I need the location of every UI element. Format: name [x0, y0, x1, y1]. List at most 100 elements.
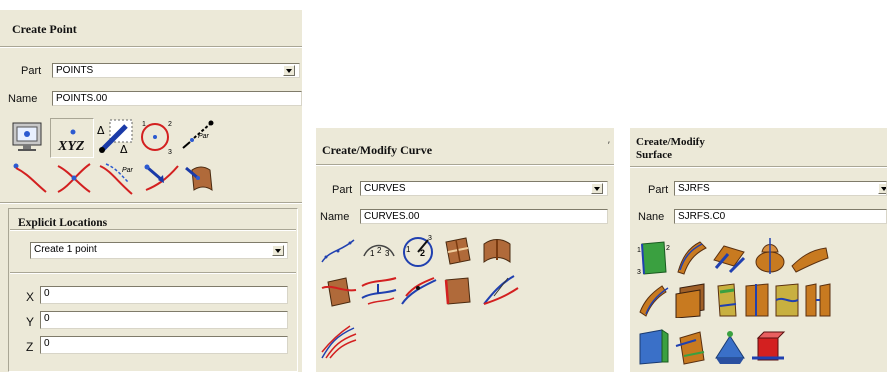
name-label: Name — [320, 211, 350, 223]
part-select[interactable]: SJRFS — [674, 181, 887, 196]
name-field[interactable]: CURVES.00 — [360, 209, 608, 224]
spline-from-points-icon[interactable] — [320, 234, 358, 268]
part-label: Part — [648, 184, 669, 196]
z-value: 0 — [44, 338, 50, 349]
divider — [0, 46, 302, 48]
part-value: POINTS — [56, 65, 94, 76]
name-value: SJRFS.C0 — [678, 211, 726, 222]
offset-curves-icon[interactable] — [320, 324, 358, 360]
explicit-xyz-icon[interactable]: XYZ — [54, 122, 92, 156]
name-value: CURVES.00 — [364, 211, 420, 222]
svg-text:2: 2 — [420, 248, 425, 258]
divider — [630, 166, 887, 168]
offset-surface-icon[interactable] — [636, 282, 672, 318]
svg-text:Par: Par — [122, 167, 134, 174]
segment-curve-icon[interactable] — [400, 274, 438, 308]
red-block-solid-icon[interactable] — [750, 326, 786, 366]
parameter-points-icon[interactable]: Par — [180, 118, 220, 154]
dropdown-arrow-icon[interactable] — [272, 245, 284, 256]
divider — [316, 164, 614, 166]
divider — [10, 272, 296, 274]
merge-surface-icon[interactable] — [742, 282, 772, 318]
solid-extrude-icon[interactable] — [674, 326, 710, 366]
create-modify-surface-panel: Create/Modify Surface Part SJRFS Nane SJ… — [630, 128, 887, 372]
divider — [0, 202, 302, 204]
name-field[interactable]: POINTS.00 — [52, 91, 302, 106]
panel-title: Create Point — [12, 22, 77, 36]
create-modify-curve-panel: Create/Modify Curve ′ Part CURVES Name C… — [316, 128, 614, 372]
method-select[interactable]: Create 1 point — [30, 242, 288, 259]
dropdown-arrow-icon[interactable] — [878, 183, 886, 194]
create-point-panel: Create Point Part POINTS Name POINTS.00 … — [0, 10, 302, 372]
svg-text:1: 1 — [406, 245, 411, 254]
svg-text:Δ: Δ — [97, 124, 105, 137]
name-value: POINTS.00 — [56, 93, 108, 104]
svg-text:2: 2 — [168, 121, 172, 128]
panel-title-line-2: Surface — [636, 149, 673, 161]
part-label: Part — [21, 65, 42, 77]
name-field[interactable]: SJRFS.C0 — [674, 209, 887, 224]
arc-through-points-icon[interactable]: 123 — [360, 234, 398, 268]
svg-text:1: 1 — [637, 247, 641, 254]
curve-intersection-point-icon[interactable] — [54, 160, 94, 196]
panel-title-line-1: Create/Modify — [636, 136, 705, 148]
svg-text:2: 2 — [377, 246, 382, 255]
xyz-label: XYZ — [57, 139, 85, 154]
curve-parameter-point-icon[interactable]: Par — [98, 160, 138, 196]
segment-surface-icon[interactable] — [712, 282, 742, 318]
extruded-surface-icon[interactable] — [710, 238, 750, 276]
svg-text:1: 1 — [370, 249, 375, 258]
part-select[interactable]: POINTS — [52, 63, 300, 78]
project-point-to-curve-icon[interactable] — [142, 160, 182, 196]
surface-edge-curve-icon[interactable] — [440, 274, 476, 308]
svg-text:3: 3 — [428, 235, 432, 242]
x-label: X — [26, 290, 35, 304]
part-select[interactable]: CURVES — [360, 181, 608, 196]
center-of-points-icon[interactable]: 1 2 3 — [138, 118, 174, 156]
project-curve-icon[interactable] — [360, 274, 398, 308]
part-label: Part — [332, 184, 353, 196]
dropdown-arrow-icon[interactable] — [591, 183, 603, 194]
part-value: SJRFS — [678, 183, 710, 194]
y-value: 0 — [44, 313, 50, 324]
name-label: Name — [8, 93, 38, 105]
svg-text:3: 3 — [168, 149, 172, 156]
surface-boundary-curve-icon[interactable] — [480, 234, 516, 268]
dropdown-arrow-icon[interactable] — [283, 65, 295, 76]
svg-text:3: 3 — [385, 249, 390, 258]
x-value: 0 — [44, 288, 50, 299]
svg-text:Δ: Δ — [120, 143, 128, 156]
split-surface-icon[interactable] — [802, 282, 834, 318]
circle-center-radius-icon[interactable]: 123 — [400, 232, 438, 270]
surface-intersection-curve-icon[interactable] — [320, 274, 358, 308]
svg-text:3: 3 — [637, 269, 641, 276]
surface-of-revolution-icon[interactable] — [752, 236, 788, 276]
svg-text:2: 2 — [666, 245, 670, 252]
project-point-to-surface-icon[interactable] — [184, 160, 224, 196]
extend-curve-icon[interactable] — [480, 274, 520, 308]
base-point-delta-icon[interactable]: ΔΔ — [96, 118, 134, 156]
panel-title: Create/Modify Curve — [322, 143, 433, 157]
surface-from-curves-icon[interactable]: 1 3 2 — [636, 240, 672, 276]
par-label: Par — [198, 133, 210, 140]
blue-solid-icon[interactable] — [712, 326, 748, 366]
name-label: Nane — [638, 211, 665, 223]
z-coordinate-field[interactable]: 0 — [40, 336, 288, 354]
divider — [10, 229, 296, 231]
y-coordinate-field[interactable]: 0 — [40, 311, 288, 329]
screen-select-point-icon[interactable] — [10, 120, 46, 154]
swept-surface-icon[interactable] — [674, 240, 708, 276]
part-value: CURVES — [364, 183, 406, 194]
panel-grip: ′ — [608, 140, 610, 150]
curve-ends-point-icon[interactable] — [10, 160, 50, 196]
z-label: Z — [26, 340, 34, 354]
svg-text:1: 1 — [142, 121, 146, 128]
mid-surface-icon[interactable] — [674, 280, 710, 318]
method-value: Create 1 point — [34, 244, 97, 255]
loft-surface-icon[interactable] — [790, 240, 830, 276]
trim-surface-icon[interactable] — [772, 282, 802, 318]
y-label: Y — [26, 315, 35, 329]
x-coordinate-field[interactable]: 0 — [40, 286, 288, 304]
surface-fill-icon[interactable] — [636, 326, 672, 366]
surface-parameter-curve-icon[interactable] — [440, 234, 476, 268]
